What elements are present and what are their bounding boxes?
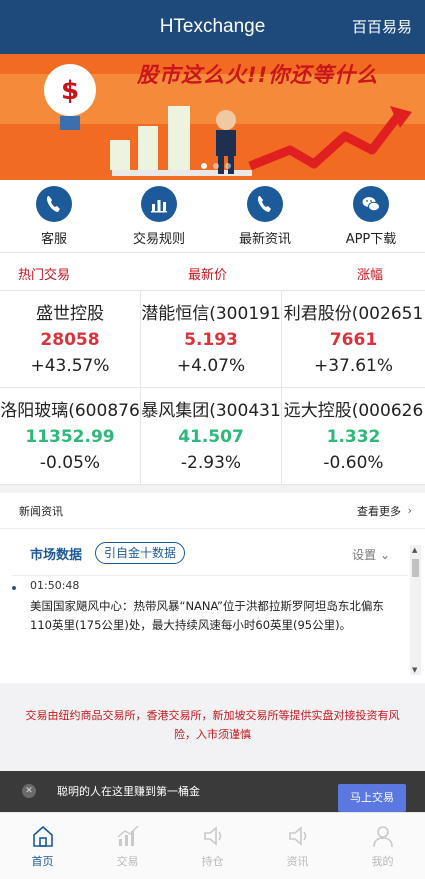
banner-slogan: 股市这么火!!你还等什么 (137, 63, 379, 87)
timeline-dot-icon (12, 586, 16, 590)
news-header: 新闻资讯 查看更多 › (0, 493, 425, 529)
scroll-up-icon[interactable]: ▲ (412, 546, 417, 554)
chevron-down-icon: ⌄ (379, 548, 390, 562)
quick-link-rules[interactable]: 交易规则 (109, 186, 209, 247)
section-divider (0, 485, 425, 493)
header-right-link[interactable]: 百百易易 (352, 0, 412, 54)
bottom-tabbar: 首页 交易 持仓 资讯 我的 (0, 812, 425, 879)
user-icon (372, 826, 393, 848)
close-icon[interactable]: ✕ (22, 784, 36, 798)
market-cell[interactable]: 盛世控股 28058 +43.57% (0, 291, 141, 388)
news-more-link[interactable]: 查看更多 (357, 503, 401, 519)
feed-source-tag[interactable]: 引自金十数据 (95, 542, 186, 564)
chart-icon (117, 825, 138, 846)
trade-now-button[interactable]: 马上交易 (338, 784, 406, 812)
tab-news[interactable]: 资讯 (255, 823, 340, 869)
news-title: 新闻资讯 (19, 505, 63, 518)
phone-icon (36, 186, 72, 222)
scroll-down-icon[interactable]: ▼ (412, 666, 417, 674)
market-cell[interactable]: 远大控股(000626 1.332 -0.60% (282, 388, 425, 485)
market-cell[interactable]: 洛阳玻璃(600876 11352.99 -0.05% (0, 388, 141, 485)
market-cell[interactable]: 潜能恒信(300191 5.193 +4.07% (141, 291, 282, 388)
market-grid: 盛世控股 28058 +43.57% 潜能恒信(300191 5.193 +4.… (0, 291, 425, 485)
wechat-icon (353, 186, 389, 222)
tab-profile[interactable]: 我的 (340, 823, 425, 869)
speaker-icon (203, 826, 221, 846)
quick-link-app-download[interactable]: APP下载 (321, 186, 421, 247)
market-cell[interactable]: 暴风集团(300431 41.507 -2.93% (141, 388, 282, 485)
speaker-icon (288, 826, 306, 846)
phone-icon (247, 186, 283, 222)
chevron-right-icon: › (407, 504, 412, 517)
news-section: 新闻资讯 查看更多 › 市场数据 引自金十数据 设置 ⌄ 01:50:48 美国… (0, 493, 425, 683)
risk-notice: 交易由纽约商品交易所，香港交易所，新加坡交易所等提供实盘对接投资有风险，入市须谨… (0, 683, 425, 771)
promo-text: 聪明的人在这里赚到第一桶金 (57, 785, 200, 798)
feed-settings[interactable]: 设置 ⌄ (352, 546, 390, 563)
quick-link-news[interactable]: 最新资讯 (215, 186, 315, 247)
quick-link-service[interactable]: 客服 (4, 186, 104, 247)
feed-divider (12, 575, 408, 576)
home-icon (32, 825, 53, 847)
col-hot-trades: 热门交易 (18, 268, 71, 283)
tab-home[interactable]: 首页 (0, 823, 85, 869)
feed-title: 市场数据 (30, 548, 83, 563)
promo-banner[interactable]: $ 股市这么火!!你还等什么 (0, 54, 425, 180)
bar-chart-icon (141, 186, 177, 222)
svg-text:$: $ (61, 76, 79, 106)
businessman-figure (216, 110, 236, 130)
market-table-header: 热门交易 最新价 涨幅 (0, 253, 425, 291)
news-feed: 市场数据 引自金十数据 设置 ⌄ 01:50:48 美国国家飓风中心：热带风暴“… (12, 539, 408, 677)
news-scrollbar[interactable]: ▲ ▼ (410, 545, 421, 675)
col-change: 涨幅 (357, 268, 384, 283)
app-header: HTexchange 百百易易 (0, 0, 425, 54)
scroll-thumb[interactable] (412, 559, 419, 577)
tab-trade[interactable]: 交易 (85, 823, 170, 869)
promo-bar: ✕ 聪明的人在这里赚到第一桶金 马上交易 (0, 771, 425, 812)
news-text[interactable]: 美国国家飓风中心：热带风暴“NANA”位于洪都拉斯罗阿坦岛东北偏东110英里(1… (30, 597, 404, 635)
col-latest-price: 最新价 (188, 268, 228, 283)
tab-positions[interactable]: 持仓 (170, 823, 255, 869)
quick-links: 客服 交易规则 最新资讯 APP下载 (0, 180, 425, 253)
news-time: 01:50:48 (30, 579, 80, 592)
market-cell[interactable]: 利君股份(002651 7661 +37.61% (282, 291, 425, 388)
